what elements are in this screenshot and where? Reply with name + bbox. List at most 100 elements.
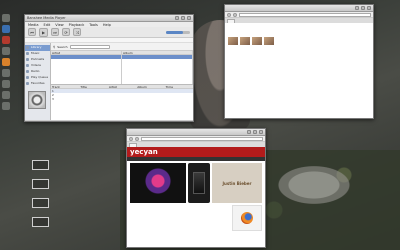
dock-app-icon[interactable]: [2, 47, 10, 55]
feature-row: Justin Bieber: [127, 161, 265, 205]
image-thumbnail[interactable]: [252, 37, 262, 45]
workspace-thumbnail[interactable]: [32, 160, 49, 170]
library-browser: Artist Album: [51, 50, 193, 84]
track-list: Track Title Artist Album Time 1 2 3: [51, 84, 193, 120]
phone-screen: [193, 172, 205, 194]
address-bar[interactable]: [141, 136, 263, 141]
menu-edit[interactable]: Edit: [44, 23, 51, 27]
next-icon[interactable]: ⏭: [51, 28, 59, 36]
player-titlebar[interactable]: Banshee Media Player: [25, 15, 193, 22]
feature-image[interactable]: [130, 163, 186, 203]
minimize-icon[interactable]: [175, 16, 179, 20]
previous-icon[interactable]: ⏮: [28, 28, 36, 36]
sidebar-item-favorites[interactable]: Favorites: [25, 81, 50, 87]
status-bar: [25, 120, 193, 121]
site-header: yecyan: [127, 147, 265, 157]
workspace-switcher: [24, 160, 84, 236]
article-link[interactable]: [130, 221, 230, 224]
column-header-title[interactable]: Title: [79, 85, 107, 88]
desktop: Banshee Media Player Media Edit View Pla…: [0, 0, 400, 250]
menu-tools[interactable]: Tools: [89, 23, 98, 27]
album-art: [28, 91, 46, 109]
close-icon[interactable]: [259, 130, 263, 134]
column-header-artist[interactable]: Artist: [108, 85, 136, 88]
close-icon[interactable]: [187, 16, 191, 20]
column-header-track[interactable]: Track: [51, 85, 79, 88]
repeat-icon[interactable]: ⟳: [62, 28, 70, 36]
track-artist: [108, 97, 136, 101]
workspace-thumbnail[interactable]: [32, 179, 49, 189]
dock-app-icon-red[interactable]: [2, 36, 10, 44]
menu-media[interactable]: Media: [28, 23, 39, 27]
source-sidebar: Library Music Podcasts Videos Radio Play…: [25, 43, 51, 120]
image-thumbnail[interactable]: [264, 37, 274, 45]
article-list: [130, 205, 230, 231]
result-snippet: [228, 47, 370, 50]
list-item[interactable]: [51, 76, 121, 80]
result-snippet: [228, 52, 370, 55]
maximize-icon[interactable]: [181, 16, 185, 20]
dock-firefox-icon[interactable]: [2, 58, 10, 66]
browser-window-search: [224, 4, 374, 119]
ad-link[interactable]: [334, 36, 370, 39]
tab-search[interactable]: [227, 19, 235, 23]
maximize-icon[interactable]: [253, 130, 257, 134]
dock-app-icon[interactable]: [2, 102, 10, 110]
search-input[interactable]: [69, 44, 110, 49]
dock-app-icon[interactable]: [2, 14, 10, 22]
track-number: 3: [52, 97, 54, 101]
workspace-thumbnail[interactable]: [32, 198, 49, 208]
forward-icon[interactable]: [233, 12, 237, 17]
dock-app-icon[interactable]: [2, 91, 10, 99]
close-icon[interactable]: [367, 6, 371, 10]
browser-titlebar[interactable]: [225, 5, 373, 12]
track-title: [79, 97, 107, 101]
search-result: [228, 52, 370, 55]
filter-label: Search: [57, 44, 68, 49]
list-item[interactable]: [122, 76, 192, 80]
forward-icon[interactable]: [135, 136, 139, 141]
address-bar[interactable]: [239, 12, 371, 17]
minimize-icon[interactable]: [355, 6, 359, 10]
firefox-ad[interactable]: [232, 205, 262, 231]
playback-toolbar: ⏮ ▶ ⏭ ⟳ ⤨: [25, 27, 193, 38]
search-result: [228, 47, 370, 50]
tab-news[interactable]: [129, 143, 137, 147]
dock-browser-icon[interactable]: [2, 25, 10, 33]
menu-help[interactable]: Help: [103, 23, 111, 27]
image-thumbnail[interactable]: [228, 37, 238, 45]
menu-view[interactable]: View: [55, 23, 63, 27]
column-header-time[interactable]: Time: [165, 85, 193, 88]
play-icon[interactable]: ▶: [39, 27, 48, 37]
browser-window-news: yecyan Justin Bieber: [126, 128, 266, 248]
album-column: Album: [122, 51, 193, 84]
window-title: Banshee Media Player: [27, 16, 66, 20]
wallpaper-figure-2: [270, 150, 380, 220]
dock-app-icon[interactable]: [2, 80, 10, 88]
music-player-window: Banshee Media Player Media Edit View Pla…: [24, 14, 194, 122]
phone-ad[interactable]: [188, 163, 210, 203]
menu-playback[interactable]: Playback: [69, 23, 85, 27]
table-row[interactable]: 3: [51, 97, 193, 101]
content-row: [127, 205, 265, 231]
artist-column: Artist: [51, 51, 122, 84]
firefox-icon: [241, 212, 253, 224]
dock: [0, 8, 12, 246]
search-icon: ⚲: [53, 44, 56, 49]
back-icon[interactable]: [227, 12, 231, 17]
image-thumbnail[interactable]: [240, 37, 250, 45]
side-banner[interactable]: Justin Bieber: [212, 163, 262, 203]
track-time: [165, 97, 193, 101]
site-logo[interactable]: yecyan: [130, 148, 158, 156]
sponsored-links: [334, 23, 370, 39]
browser-titlebar[interactable]: [127, 129, 265, 136]
back-icon[interactable]: [129, 136, 133, 141]
shuffle-icon[interactable]: ⤨: [73, 28, 81, 36]
volume-slider[interactable]: [166, 30, 190, 34]
minimize-icon[interactable]: [247, 130, 251, 134]
maximize-icon[interactable]: [361, 6, 365, 10]
column-header-album[interactable]: Album: [136, 85, 164, 88]
filter-row: ⚲ Search: [51, 43, 193, 50]
workspace-thumbnail[interactable]: [32, 217, 49, 227]
dock-app-icon[interactable]: [2, 69, 10, 77]
